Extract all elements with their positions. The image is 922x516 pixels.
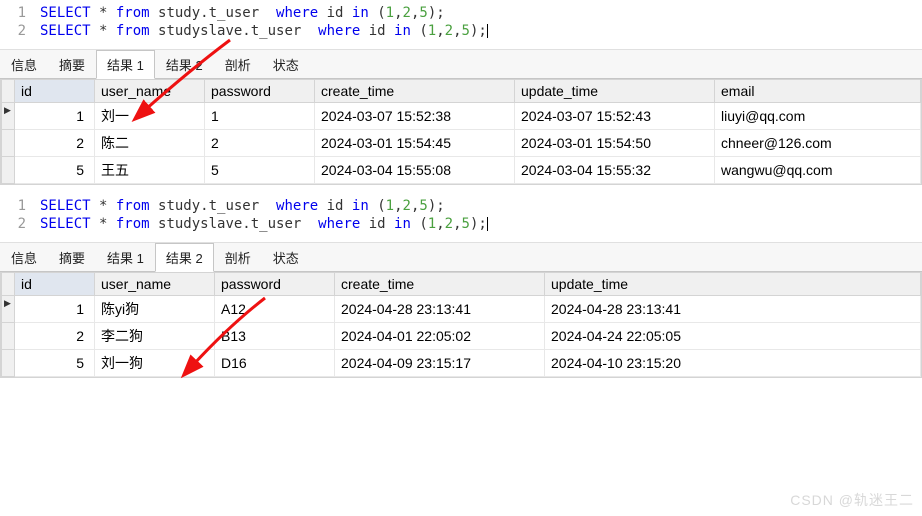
tab-bar-1: 信息 摘要 结果 1 结果 2 剖析 状态 [0, 50, 922, 79]
col-user_name[interactable]: user_name [95, 273, 215, 296]
col-email[interactable]: email [715, 80, 921, 103]
panel-2: 1 SELECT * from study.t_user where id in… [0, 193, 922, 378]
sql-editor-1[interactable]: 1 SELECT * from study.t_user where id in… [0, 0, 922, 44]
tab-info[interactable]: 信息 [0, 50, 48, 78]
row-selector-icon[interactable] [2, 323, 15, 350]
row-selector-icon[interactable] [2, 130, 15, 157]
col-update_time[interactable]: update_time [545, 273, 921, 296]
result-table-2: id user_name password create_time update… [0, 272, 922, 378]
code-line: SELECT * from studyslave.t_user where id… [40, 216, 487, 232]
col-id[interactable]: id [15, 80, 95, 103]
tab-result1[interactable]: 结果 1 [96, 243, 155, 271]
sql-editor-2[interactable]: 1 SELECT * from study.t_user where id in… [0, 193, 922, 237]
line-number: 2 [0, 23, 40, 39]
table-row[interactable]: 2 陈二 2 2024-03-01 15:54:45 2024-03-01 15… [2, 130, 921, 157]
col-password[interactable]: password [205, 80, 315, 103]
col-create_time[interactable]: create_time [315, 80, 515, 103]
code-line: SELECT * from studyslave.t_user where id… [40, 23, 487, 39]
text-cursor [487, 217, 488, 231]
tab-result2[interactable]: 结果 2 [155, 243, 214, 272]
tab-profile[interactable]: 剖析 [214, 243, 262, 271]
table-row[interactable]: 1 陈yi狗 A12 2024-04-28 23:13:41 2024-04-2… [2, 296, 921, 323]
row-selector-icon[interactable] [2, 296, 15, 323]
line-number: 2 [0, 216, 40, 232]
tab-status[interactable]: 状态 [262, 243, 310, 271]
table-row[interactable]: 5 王五 5 2024-03-04 15:55:08 2024-03-04 15… [2, 157, 921, 184]
col-password[interactable]: password [215, 273, 335, 296]
tab-status[interactable]: 状态 [262, 50, 310, 78]
line-number: 1 [0, 5, 40, 21]
table-row[interactable]: 1 刘一 1 2024-03-07 15:52:38 2024-03-07 15… [2, 103, 921, 130]
col-create_time[interactable]: create_time [335, 273, 545, 296]
tab-result1[interactable]: 结果 1 [96, 50, 155, 79]
result-table-1: id user_name password create_time update… [0, 79, 922, 185]
col-id[interactable]: id [15, 273, 95, 296]
table-row[interactable]: 5 刘一狗 D16 2024-04-09 23:15:17 2024-04-10… [2, 350, 921, 377]
tab-bar-2: 信息 摘要 结果 1 结果 2 剖析 状态 [0, 243, 922, 272]
tab-info[interactable]: 信息 [0, 243, 48, 271]
row-selector-icon[interactable] [2, 157, 15, 184]
code-line: SELECT * from study.t_user where id in (… [40, 5, 445, 21]
tab-profile[interactable]: 剖析 [214, 50, 262, 78]
tab-summary[interactable]: 摘要 [48, 50, 96, 78]
row-handle-header [2, 80, 15, 103]
watermark: CSDN @轨迷王二 [790, 490, 914, 510]
row-selector-icon[interactable] [2, 350, 15, 377]
table-row[interactable]: 2 李二狗 B13 2024-04-01 22:05:02 2024-04-24… [2, 323, 921, 350]
text-cursor [487, 24, 488, 38]
col-user_name[interactable]: user_name [95, 80, 205, 103]
col-update_time[interactable]: update_time [515, 80, 715, 103]
tab-result2[interactable]: 结果 2 [155, 50, 214, 78]
code-line: SELECT * from study.t_user where id in (… [40, 198, 445, 214]
line-number: 1 [0, 198, 40, 214]
row-selector-icon[interactable] [2, 103, 15, 130]
row-handle-header [2, 273, 15, 296]
panel-1: 1 SELECT * from study.t_user where id in… [0, 0, 922, 185]
tab-summary[interactable]: 摘要 [48, 243, 96, 271]
